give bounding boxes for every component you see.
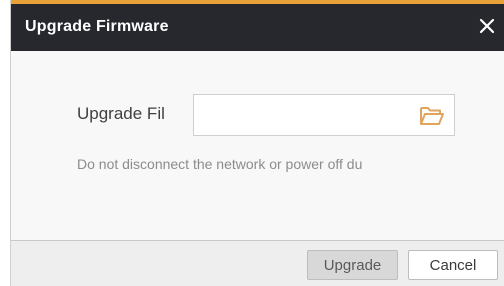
dialog-footer: Upgrade Cancel: [11, 240, 504, 286]
upgrade-button[interactable]: Upgrade: [307, 250, 398, 280]
close-button[interactable]: [475, 12, 499, 40]
dialog-titlebar: Upgrade Firmware: [11, 4, 504, 51]
upgrade-hint-text: Do not disconnect the network or power o…: [77, 156, 363, 172]
upgrade-file-label: Upgrade Fil: [77, 104, 165, 123]
upgrade-firmware-dialog: Upgrade Firmware Upgrade Fil Do not disc…: [10, 0, 504, 286]
cancel-button[interactable]: Cancel: [408, 250, 498, 280]
browse-file-button[interactable]: [418, 104, 446, 128]
close-icon[interactable]: [479, 18, 495, 34]
upgrade-file-field[interactable]: [193, 94, 455, 136]
dialog-title: Upgrade Firmware: [25, 18, 169, 35]
folder-open-icon[interactable]: [418, 104, 446, 128]
